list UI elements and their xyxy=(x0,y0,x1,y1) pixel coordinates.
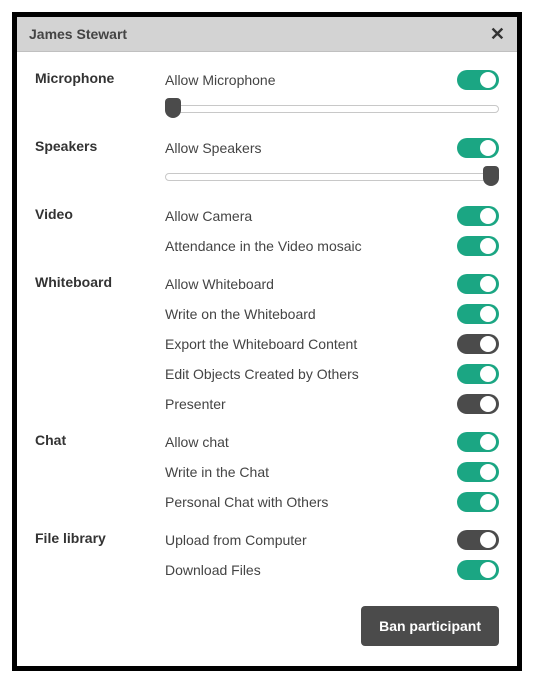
setting-label: Allow chat xyxy=(165,434,229,450)
setting-row: Allow Speakers xyxy=(165,136,499,160)
section-heading: Microphone xyxy=(35,68,165,122)
setting-row: Upload from Computer xyxy=(165,528,499,552)
toggle[interactable] xyxy=(457,304,499,324)
setting-row: Allow Microphone xyxy=(165,68,499,92)
toggle[interactable] xyxy=(457,364,499,384)
setting-row: Edit Objects Created by Others xyxy=(165,362,499,386)
toggle[interactable] xyxy=(457,462,499,482)
dialog-title: James Stewart xyxy=(29,26,127,42)
setting-label: Write in the Chat xyxy=(165,464,269,480)
section-heading: Chat xyxy=(35,430,165,514)
setting-label: Personal Chat with Others xyxy=(165,494,328,510)
toggle-allow-microphone[interactable] xyxy=(457,70,499,90)
section-heading: Video xyxy=(35,204,165,258)
setting-row: Allow chat xyxy=(165,430,499,454)
setting-label: Attendance in the Video mosaic xyxy=(165,238,362,254)
slider-thumb[interactable] xyxy=(483,166,499,186)
setting-row: Write in the Chat xyxy=(165,460,499,484)
dialog-body: Microphone Allow Microphone Speakers All… xyxy=(17,52,517,666)
setting-label: Presenter xyxy=(165,396,226,412)
setting-label: Write on the Whiteboard xyxy=(165,306,316,322)
setting-row: Export the Whiteboard Content xyxy=(165,332,499,356)
section-video: Video Allow Camera Attendance in the Vide… xyxy=(35,204,499,258)
setting-label: Upload from Computer xyxy=(165,532,307,548)
setting-label: Allow Microphone xyxy=(165,72,276,88)
toggle-allow-speakers[interactable] xyxy=(457,138,499,158)
setting-label: Export the Whiteboard Content xyxy=(165,336,357,352)
section-heading: Speakers xyxy=(35,136,165,190)
close-icon[interactable]: ✕ xyxy=(490,25,505,43)
toggle[interactable] xyxy=(457,560,499,580)
section-chat: Chat Allow chat Write in the Chat Personal… xyxy=(35,430,499,514)
toggle[interactable] xyxy=(457,394,499,414)
section-heading: File library xyxy=(35,528,165,582)
titlebar: James Stewart ✕ xyxy=(17,17,517,52)
setting-row: Personal Chat with Others xyxy=(165,490,499,514)
participant-settings-dialog: James Stewart ✕ Microphone Allow Microph… xyxy=(12,12,522,671)
setting-label: Download Files xyxy=(165,562,261,578)
section-speakers: Speakers Allow Speakers xyxy=(35,136,499,190)
microphone-volume-slider[interactable] xyxy=(165,98,499,120)
setting-row: Presenter xyxy=(165,392,499,416)
toggle[interactable] xyxy=(457,206,499,226)
ban-participant-button[interactable]: Ban participant xyxy=(361,606,499,646)
toggle[interactable] xyxy=(457,274,499,294)
slider-track xyxy=(165,105,499,113)
setting-label: Allow Whiteboard xyxy=(165,276,274,292)
setting-row: Download Files xyxy=(165,558,499,582)
speakers-volume-slider[interactable] xyxy=(165,166,499,188)
setting-label: Edit Objects Created by Others xyxy=(165,366,359,382)
setting-label: Allow Camera xyxy=(165,208,252,224)
setting-label: Allow Speakers xyxy=(165,140,262,156)
setting-row: Allow Whiteboard xyxy=(165,272,499,296)
slider-track xyxy=(165,173,499,181)
toggle[interactable] xyxy=(457,432,499,452)
setting-row: Attendance in the Video mosaic xyxy=(165,234,499,258)
slider-thumb[interactable] xyxy=(165,98,181,118)
section-whiteboard: Whiteboard Allow Whiteboard Write on the … xyxy=(35,272,499,416)
toggle[interactable] xyxy=(457,492,499,512)
dialog-footer: Ban participant xyxy=(35,596,499,646)
setting-row: Write on the Whiteboard xyxy=(165,302,499,326)
toggle[interactable] xyxy=(457,334,499,354)
section-file-library: File library Upload from Computer Downloa… xyxy=(35,528,499,582)
section-microphone: Microphone Allow Microphone xyxy=(35,68,499,122)
setting-row: Allow Camera xyxy=(165,204,499,228)
toggle[interactable] xyxy=(457,236,499,256)
section-heading: Whiteboard xyxy=(35,272,165,416)
toggle[interactable] xyxy=(457,530,499,550)
